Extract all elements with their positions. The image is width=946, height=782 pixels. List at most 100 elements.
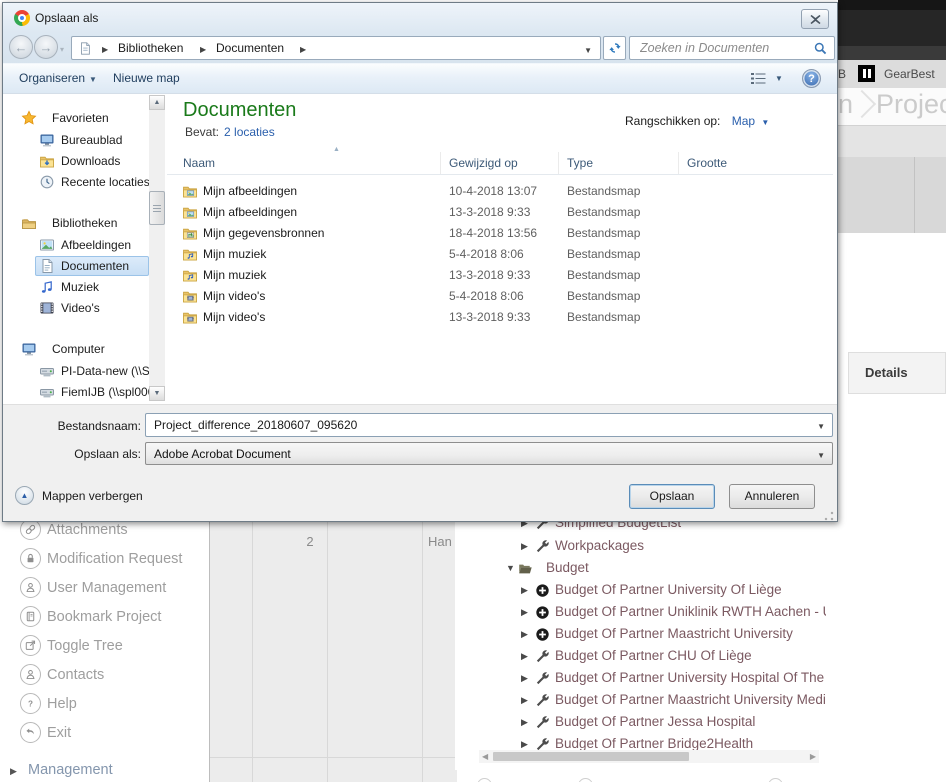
back-button[interactable]: ←	[9, 35, 33, 59]
column-header-naam[interactable]: Naam	[167, 152, 441, 174]
tree-item[interactable]: ▶Budget Of Partner CHU Of Liège	[455, 647, 826, 667]
expand-arrow-icon[interactable]: ▶	[521, 607, 528, 618]
close-button[interactable]	[801, 9, 829, 29]
file-row[interactable]: Mijn muziek13-3-2018 9:33Bestandsmap	[167, 265, 833, 286]
hide-folders-button[interactable]: ▲ Mappen verbergen	[15, 486, 143, 505]
file-row[interactable]: Mijn afbeeldingen13-3-2018 9:33Bestandsm…	[167, 202, 833, 223]
tree-item[interactable]: ▶Budget Of Partner Jessa Hospital	[455, 713, 826, 733]
tree-item[interactable]: ▶Budget Of Partner Maastricht University	[455, 625, 826, 645]
address-bar[interactable]: ▶ Bibliotheken ▶ Documenten ▶ ▼	[71, 36, 601, 60]
forward-button[interactable]: →	[34, 35, 58, 59]
resize-grip[interactable]	[824, 511, 834, 521]
sidebar-item-video-s[interactable]: Video's	[3, 298, 149, 318]
organize-menu[interactable]: Organiseren▼	[19, 71, 97, 85]
tree-item[interactable]: ▼Budget	[455, 559, 826, 579]
sidebar-item-exit[interactable]: Exit	[0, 722, 210, 744]
tree-item[interactable]: ▶Budget Of Partner University Hospital O…	[455, 669, 826, 689]
sidebar-item-muziek[interactable]: Muziek	[3, 277, 149, 297]
file-row[interactable]: Mijn video's5-4-2018 8:06Bestandsmap	[167, 286, 833, 307]
sidebar-scrollbar[interactable]: ▲ ▼	[149, 95, 165, 401]
expand-arrow-icon[interactable]: ▶	[521, 629, 528, 640]
sidebar-item-bookmark-project[interactable]: Bookmark Project	[0, 606, 210, 628]
save-button[interactable]: Opslaan	[629, 484, 715, 509]
sidebar-item-management[interactable]: ▶ Management	[0, 762, 210, 782]
chevron-down-icon[interactable]: ▼	[817, 422, 825, 431]
sidebar-item-fiemijb-spl000[interactable]: FiemIJB (\\spl000	[3, 382, 149, 402]
expand-arrow-icon[interactable]: ▶	[521, 717, 528, 728]
help-button[interactable]: ?	[802, 69, 821, 88]
refresh-button[interactable]	[603, 36, 626, 60]
arrange-value-dropdown[interactable]: Map	[732, 114, 755, 128]
bookmark-gearbest[interactable]: GearBest	[884, 67, 935, 81]
chevron-down-icon[interactable]: ▼	[761, 118, 769, 127]
sidebar-item-afbeeldingen[interactable]: Afbeeldingen	[3, 235, 149, 255]
sidebar-group-label: Computer	[52, 342, 105, 356]
file-size	[679, 181, 781, 202]
pictures-icon	[39, 237, 55, 253]
expand-arrow-icon[interactable]: ▶	[521, 673, 528, 684]
address-dropdown-icon[interactable]: ▼	[584, 46, 592, 55]
expand-arrow-icon[interactable]: ▶	[521, 695, 528, 706]
tree-item[interactable]: ▶Simplified BudgetList	[455, 522, 826, 534]
column-header-gewijzigd[interactable]: Gewijzigd op	[441, 152, 559, 174]
breadcrumb-documenten[interactable]: Documenten	[216, 41, 284, 55]
tree-item[interactable]: ▶Budget Of Partner Uniklinik RWTH Aachen…	[455, 603, 826, 623]
tree-item[interactable]: ▶Workpackages	[455, 537, 826, 557]
sidebar-group-computer[interactable]: Computer	[3, 339, 149, 359]
details-panel-header[interactable]: Details	[848, 352, 946, 394]
column-header-type[interactable]: Type	[559, 152, 679, 174]
column-header-grootte[interactable]: Grootte	[679, 152, 781, 174]
sidebar-item-contacts[interactable]: Contacts	[0, 664, 210, 686]
file-row[interactable]: Mijn afbeeldingen10-4-2018 13:07Bestands…	[167, 181, 833, 202]
expand-arrow-icon[interactable]: ▶	[521, 585, 528, 596]
sidebar-item-pi-data-new-s[interactable]: PI-Data-new (\\S	[3, 361, 149, 381]
sidebar-group-favorieten[interactable]: Favorieten	[3, 108, 149, 128]
sidebar-item-attachments[interactable]: Attachments	[0, 522, 210, 541]
expand-arrow-icon[interactable]: ▶	[521, 651, 528, 662]
sidebar-item-documenten[interactable]: Documenten	[3, 256, 149, 276]
file-row[interactable]: Mijn muziek5-4-2018 8:06Bestandsmap	[167, 244, 833, 265]
sidebar-item-bureaublad[interactable]: Bureaublad	[3, 130, 149, 150]
filetype-select[interactable]: Adobe Acrobat Document ▼	[145, 442, 833, 465]
expand-arrow-icon[interactable]: ▶	[521, 739, 528, 750]
scroll-left-icon[interactable]: ◀	[482, 752, 488, 761]
collapse-arrow-icon[interactable]: ▼	[506, 563, 515, 573]
sidebar-item-help[interactable]: ?Help	[0, 693, 210, 715]
sidebar-item-modification-request[interactable]: Modification Request	[0, 548, 210, 570]
scroll-up-icon[interactable]: ▲	[149, 95, 165, 110]
filename-input[interactable]	[154, 416, 804, 434]
scroll-down-icon[interactable]: ▼	[149, 386, 165, 401]
change-view-button[interactable]: ▼	[751, 72, 783, 85]
file-row[interactable]: Mijn video's13-3-2018 9:33Bestandsmap	[167, 307, 833, 328]
person-icon	[20, 577, 41, 598]
scrollbar-thumb[interactable]	[493, 752, 689, 761]
sidebar-item-toggle-tree[interactable]: Toggle Tree	[0, 635, 210, 657]
scroll-right-icon[interactable]: ▶	[810, 752, 816, 761]
window-top-edge	[838, 0, 946, 10]
sidebar-group-bibliotheken[interactable]: Bibliotheken	[3, 213, 149, 233]
arrange-by: Rangschikken op: Map ▼	[625, 114, 769, 128]
scrollbar-thumb[interactable]	[149, 191, 165, 225]
expand-arrow-icon[interactable]: ▶	[521, 522, 528, 529]
sidebar-item-downloads[interactable]: Downloads	[3, 151, 149, 171]
dialog-titlebar[interactable]: Opslaan als	[3, 3, 837, 33]
sidebar-item-recente-locaties[interactable]: Recente locaties	[3, 172, 149, 192]
tree-item[interactable]: ▶Budget Of Partner University Of Liège	[455, 581, 826, 601]
search-icon[interactable]	[813, 41, 828, 56]
folder-video-icon	[182, 288, 198, 304]
cancel-button[interactable]: Annuleren	[729, 484, 815, 509]
sidebar-item-label: Exit	[47, 725, 71, 741]
crumb-arrow-icon: ▶	[200, 45, 206, 54]
file-row[interactable]: Mijn gegevensbronnen18-4-2018 13:56Besta…	[167, 223, 833, 244]
search-input[interactable]	[640, 39, 808, 57]
recent-pages-chevron-icon[interactable]: ▾	[60, 45, 64, 54]
breadcrumb-bibliotheken[interactable]: Bibliotheken	[118, 41, 183, 55]
chevron-down-icon: ▼	[89, 75, 97, 84]
sidebar-item-user-management[interactable]: User Management	[0, 577, 210, 599]
tree-item[interactable]: ▶Budget Of Partner Maastricht University…	[455, 691, 826, 711]
file-modified: 13-3-2018 9:33	[441, 202, 559, 223]
library-title: Documenten	[183, 99, 296, 122]
tree-horizontal-scrollbar[interactable]: ◀ ▶	[479, 750, 819, 763]
new-folder-button[interactable]: Nieuwe map	[113, 71, 180, 85]
expand-arrow-icon[interactable]: ▶	[521, 541, 528, 552]
